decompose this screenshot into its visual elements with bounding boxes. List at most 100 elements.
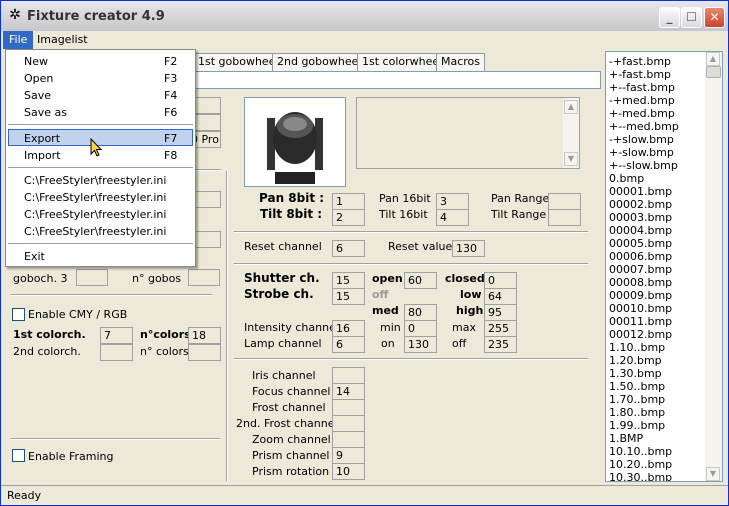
enable-cmy-checkbox[interactable] bbox=[12, 308, 25, 321]
image-list-item[interactable]: 00009.bmp bbox=[609, 289, 672, 302]
tilt8-field[interactable]: 2 bbox=[332, 209, 365, 226]
menu-recent-file[interactable]: C:\FreeStyler\freestyler.ini bbox=[8, 223, 193, 240]
minimize-button[interactable]: _ bbox=[659, 7, 680, 28]
image-list-item[interactable]: 1.99..bmp bbox=[609, 419, 665, 432]
left-box-1[interactable] bbox=[195, 97, 221, 114]
intensity-field[interactable]: 16 bbox=[332, 320, 365, 337]
menu-new[interactable]: New F2 bbox=[8, 53, 193, 70]
med-field[interactable]: 80 bbox=[404, 304, 437, 321]
goboch3-field[interactable] bbox=[76, 269, 108, 286]
image-list-item[interactable]: +-fast.bmp bbox=[609, 68, 671, 81]
scroll-up-icon[interactable]: ▲ bbox=[564, 100, 578, 114]
image-list-item[interactable]: +--med.bmp bbox=[609, 120, 679, 133]
image-list-item[interactable]: -+fast.bmp bbox=[609, 55, 671, 68]
closed-field[interactable]: 0 bbox=[484, 272, 517, 289]
maximize-button[interactable]: ☐ bbox=[681, 7, 702, 28]
ngobos-field[interactable] bbox=[188, 269, 220, 286]
on-field[interactable]: 130 bbox=[404, 336, 437, 353]
image-list-item[interactable]: +--slow.bmp bbox=[609, 159, 678, 172]
image-list-item[interactable]: 00012.bmp bbox=[609, 328, 672, 341]
reset-channel-field[interactable]: 6 bbox=[332, 240, 365, 257]
image-list-item[interactable]: -+slow.bmp bbox=[609, 133, 674, 146]
tab-1st-colorwheel[interactable]: 1st colorwheel bbox=[357, 53, 448, 71]
zoom-channel-field[interactable] bbox=[332, 431, 365, 448]
prism-channel-field[interactable]: 9 bbox=[332, 447, 365, 464]
scroll-down-icon[interactable]: ▼ bbox=[706, 467, 720, 481]
frost-channel-field[interactable] bbox=[332, 399, 365, 416]
image-list-item[interactable]: 1.30.bmp bbox=[609, 367, 662, 380]
menu-imagelist[interactable]: Imagelist bbox=[31, 31, 94, 49]
description-textarea[interactable]: ▲ ▼ bbox=[356, 97, 580, 169]
reset-value-field[interactable]: 130 bbox=[452, 240, 485, 257]
menu-exit[interactable]: Exit bbox=[8, 248, 193, 265]
title-bar[interactable]: ✲ Fixture creator 4.9 _ ☐ ✕ bbox=[1, 1, 728, 31]
menu-recent-file[interactable]: C:\FreeStyler\freestyler.ini bbox=[8, 206, 193, 223]
ncolors-field[interactable] bbox=[188, 344, 221, 361]
strobe-field[interactable]: 15 bbox=[332, 288, 365, 305]
high-field[interactable]: 95 bbox=[484, 304, 517, 321]
menu-recent-file[interactable]: C:\FreeStyler\freestyler.ini bbox=[8, 189, 193, 206]
tab-macros[interactable]: Macros bbox=[436, 53, 486, 71]
menu-save-as[interactable]: Save as F6 bbox=[8, 104, 193, 121]
image-list-item[interactable]: 00006.bmp bbox=[609, 250, 672, 263]
iris-channel-field[interactable] bbox=[332, 367, 365, 384]
description-scrollbar[interactable]: ▲ ▼ bbox=[563, 98, 579, 168]
image-list-item[interactable]: 00003.bmp bbox=[609, 211, 672, 224]
menu-file[interactable]: File bbox=[3, 31, 34, 49]
image-list-item[interactable]: 10.30..bmp bbox=[609, 471, 672, 481]
second-colorch-field[interactable] bbox=[100, 344, 133, 361]
image-list-item[interactable]: +-med.bmp bbox=[609, 107, 675, 120]
image-list-item[interactable]: 00004.bmp bbox=[609, 224, 672, 237]
image-list-item[interactable]: 00010.bmp bbox=[609, 302, 672, 315]
image-list-item[interactable]: 1.50..bmp bbox=[609, 380, 665, 393]
shutter-field[interactable]: 15 bbox=[332, 272, 365, 289]
image-list-item[interactable]: 1.BMP bbox=[609, 432, 643, 445]
image-list-item[interactable]: 1.20.bmp bbox=[609, 354, 662, 367]
image-list-item[interactable]: 1.70..bmp bbox=[609, 393, 665, 406]
left-box-2[interactable] bbox=[195, 114, 221, 131]
image-list-item[interactable]: -+med.bmp bbox=[609, 94, 675, 107]
lamp-field[interactable]: 6 bbox=[332, 336, 365, 353]
scroll-up-icon[interactable]: ▲ bbox=[706, 52, 720, 66]
menu-save[interactable]: Save F4 bbox=[8, 87, 193, 104]
menu-open[interactable]: Open F3 bbox=[8, 70, 193, 87]
tilt16-field[interactable]: 4 bbox=[436, 209, 469, 226]
menu-recent-file[interactable]: C:\FreeStyler\freestyler.ini bbox=[8, 172, 193, 189]
image-list-item[interactable]: 00007.bmp bbox=[609, 263, 672, 276]
image-list-item[interactable]: 0.bmp bbox=[609, 172, 644, 185]
first-colorch-field[interactable]: 7 bbox=[100, 327, 133, 344]
tab-2nd-gobowheel[interactable]: 2nd gobowheel bbox=[272, 53, 367, 71]
tab-1st-gobowheel[interactable]: 1st gobowheel bbox=[193, 53, 284, 71]
left-box-4[interactable] bbox=[195, 191, 221, 208]
image-list-scrollbar[interactable]: ▲ ▼ bbox=[705, 52, 722, 481]
image-list-item[interactable]: 00002.bmp bbox=[609, 198, 672, 211]
frost2-channel-field[interactable] bbox=[332, 415, 365, 432]
low-field[interactable]: 64 bbox=[484, 288, 517, 305]
max-field[interactable]: 255 bbox=[484, 320, 517, 337]
image-list-item[interactable]: 1.10..bmp bbox=[609, 341, 665, 354]
prism-rotation-field[interactable]: 10 bbox=[332, 463, 365, 480]
image-list-item[interactable]: 10.20..bmp bbox=[609, 458, 672, 471]
ncolors-bold-field[interactable]: 18 bbox=[188, 327, 221, 344]
name-input[interactable] bbox=[195, 71, 601, 89]
image-list-item[interactable]: 00005.bmp bbox=[609, 237, 672, 250]
min-field[interactable]: 0 bbox=[404, 320, 437, 337]
pan-range-field[interactable] bbox=[548, 193, 581, 210]
image-list-item[interactable]: 00001.bmp bbox=[609, 185, 672, 198]
scroll-thumb[interactable] bbox=[706, 66, 721, 78]
image-list-item[interactable]: +-slow.bmp bbox=[609, 146, 674, 159]
close-button[interactable]: ✕ bbox=[704, 7, 725, 28]
scroll-down-icon[interactable]: ▼ bbox=[564, 152, 578, 166]
lamp-off-field[interactable]: 235 bbox=[484, 336, 517, 353]
left-box-5[interactable] bbox=[195, 231, 221, 248]
open-field[interactable]: 60 bbox=[404, 272, 437, 289]
image-listbox[interactable]: ▲ ▼ -+fast.bmp +-fast.bmp +--fast.bmp -+med… bbox=[605, 51, 723, 482]
enable-framing-checkbox[interactable] bbox=[12, 449, 25, 462]
image-list-item[interactable]: 1.80..bmp bbox=[609, 406, 665, 419]
pan8-field[interactable]: 1 bbox=[332, 193, 365, 210]
image-list-item[interactable]: 00011.bmp bbox=[609, 315, 672, 328]
image-list-item[interactable]: +--fast.bmp bbox=[609, 81, 675, 94]
image-list-item[interactable]: 00008.bmp bbox=[609, 276, 672, 289]
image-list-item[interactable]: 10.10..bmp bbox=[609, 445, 672, 458]
pan16-field[interactable]: 3 bbox=[436, 193, 469, 210]
